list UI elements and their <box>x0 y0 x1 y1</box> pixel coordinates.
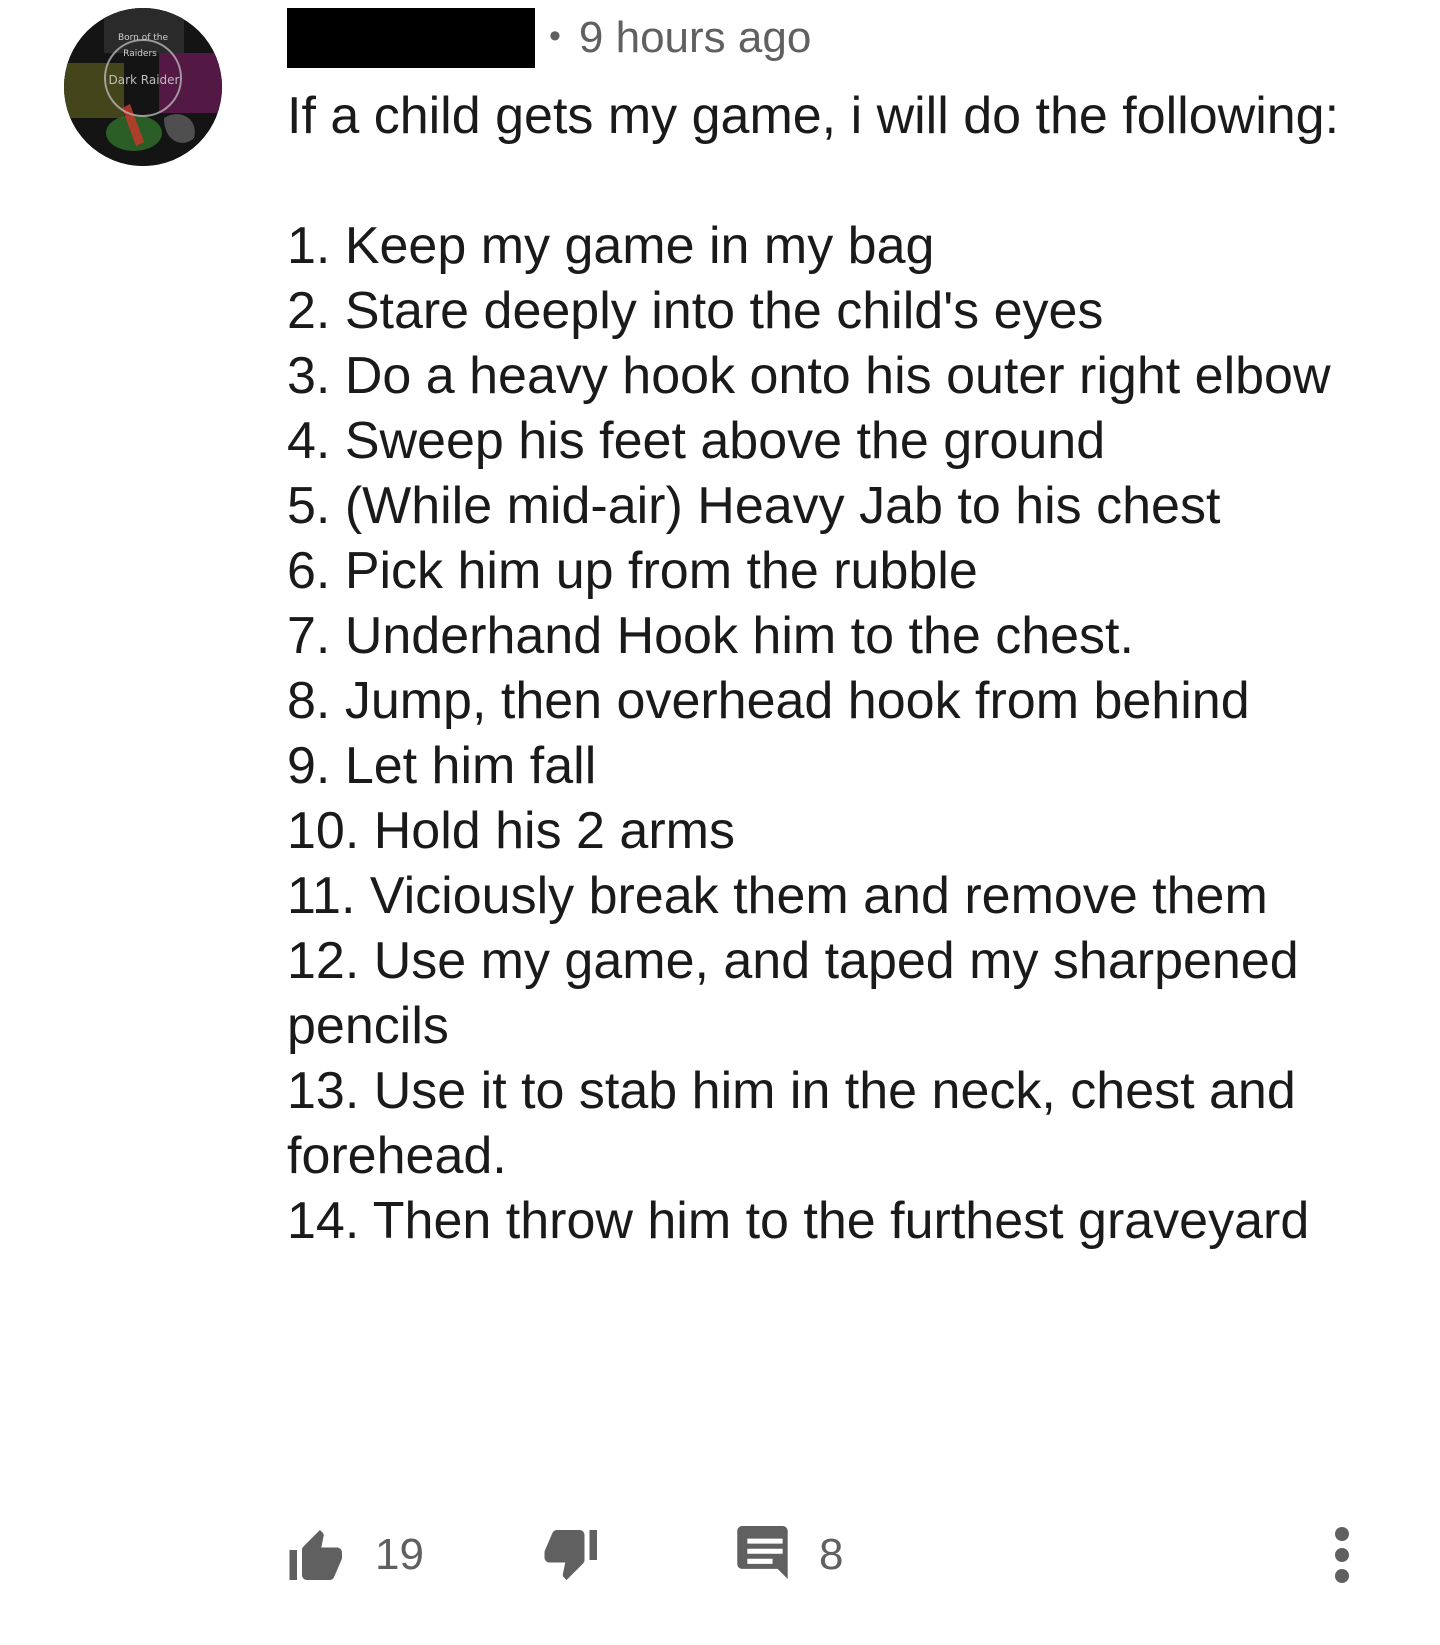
comment-meta: • 9 hours ago <box>549 13 811 63</box>
list-item: 6. Pick him up from the rubble <box>287 542 978 600</box>
reply-comment-icon <box>737 1526 788 1579</box>
list-item: 11. Viciously break them and remove them <box>287 867 1268 925</box>
more-options-button[interactable] <box>1332 1520 1352 1590</box>
thumbs-up-icon <box>289 1530 342 1580</box>
comment-action-bar: 19 8 <box>287 1520 1377 1590</box>
like-button[interactable]: 19 <box>287 1520 424 1590</box>
list-item: 12. Use my game, and taped my sharpened … <box>287 932 1299 1055</box>
steps-list: 1. Keep my game in my bag 2. Stare deepl… <box>287 214 1377 1254</box>
comment-thread-item: Born of the Raiders Dark Raider • 9 hour… <box>0 0 1440 1645</box>
list-item: 9. Let him fall <box>287 737 597 795</box>
list-item: 13. Use it to stab him in the neck, ches… <box>287 1062 1296 1185</box>
list-item: 14. Then throw him to the furthest grave… <box>287 1192 1310 1250</box>
list-item: 3. Do a heavy hook onto his outer right … <box>287 347 1331 405</box>
avatar-caption-middle: Raiders <box>123 49 157 59</box>
more-vertical-icon <box>1335 1527 1349 1583</box>
avatar-caption-top: Born of the <box>118 33 169 43</box>
redacted-author-name <box>287 8 535 68</box>
comment-text: If a child gets my game, i will do the f… <box>287 84 1377 1254</box>
list-item: 2. Stare deeply into the child's eyes <box>287 282 1104 340</box>
list-item: 5. (While mid-air) Heavy Jab to his ches… <box>287 477 1221 535</box>
list-item: 4. Sweep his feet above the ground <box>287 412 1106 470</box>
avatar[interactable]: Born of the Raiders Dark Raider <box>64 8 222 166</box>
list-item: 7. Underhand Hook him to the chest. <box>287 607 1134 665</box>
dislike-button[interactable] <box>542 1520 602 1590</box>
reply-count: 8 <box>819 1530 844 1579</box>
avatar-image: Born of the Raiders Dark Raider <box>64 8 222 166</box>
list-item: 8. Jump, then overhead hook from behind <box>287 672 1250 730</box>
list-item: 10. Hold his 2 arms <box>287 802 735 860</box>
comment-header: • 9 hours ago <box>287 8 811 68</box>
list-item: 1. Keep my game in my bag <box>287 217 935 275</box>
thumbs-down-icon <box>544 1530 597 1580</box>
reply-button[interactable]: 8 <box>737 1520 843 1590</box>
comment-intro: If a child gets my game, i will do the f… <box>287 87 1340 145</box>
meta-separator: • <box>549 16 561 55</box>
comment-timestamp[interactable]: 9 hours ago <box>579 13 811 63</box>
avatar-caption-name: Dark Raider <box>109 73 180 87</box>
like-count: 19 <box>375 1530 424 1579</box>
